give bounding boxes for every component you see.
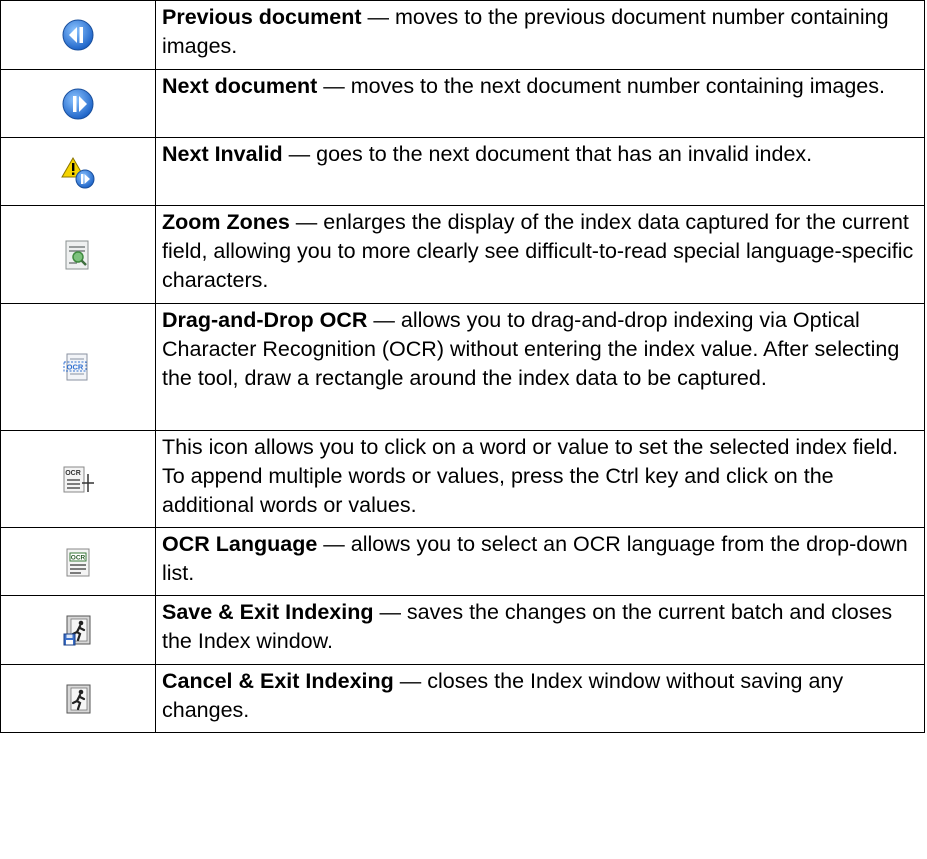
description-cell: This icon allows you to click on a word …: [155, 430, 925, 528]
icon-cell: [0, 0, 156, 70]
description-cell: Zoom Zones — enlarges the display of the…: [155, 205, 925, 304]
ocr-language-icon: OCR: [61, 545, 95, 579]
term: Drag-and-Drop OCR: [162, 308, 368, 332]
next-invalid-icon: [61, 155, 95, 189]
drag-and-drop-ocr-icon: OCR: [61, 350, 95, 384]
click-ocr-icon: OCR: [61, 462, 95, 496]
description-cell: Next Invalid — goes to the next document…: [155, 137, 925, 206]
term: Next Invalid: [162, 142, 283, 166]
description-cell: Next document — moves to the next docume…: [155, 69, 925, 138]
description-cell: Save & Exit Indexing — saves the changes…: [155, 595, 925, 665]
icon-cell: OCR: [0, 430, 156, 528]
table-row: Previous document — moves to the previou…: [0, 0, 925, 70]
table-row: Cancel & Exit Indexing — closes the Inde…: [0, 664, 925, 733]
description-cell: Cancel & Exit Indexing — closes the Inde…: [155, 664, 925, 733]
icon-cell: OCR: [0, 303, 156, 431]
previous-document-icon: [61, 18, 95, 52]
ocr-label: OCR: [65, 470, 81, 477]
ocr-label: OCR: [67, 363, 84, 372]
description: — goes to the next document that has an …: [282, 142, 813, 166]
icon-cell: [0, 137, 156, 206]
cancel-exit-indexing-icon: [61, 682, 95, 716]
zoom-zones-icon: [61, 238, 95, 272]
ocr-label: OCR: [71, 554, 86, 561]
table-row: Next Invalid — goes to the next document…: [0, 137, 925, 206]
term: Next document: [162, 74, 318, 98]
table-row: Save & Exit Indexing — saves the changes…: [0, 595, 925, 665]
term: OCR Language: [162, 532, 318, 556]
icon-cell: OCR: [0, 527, 156, 596]
description: This icon allows you to click on a word …: [162, 435, 899, 517]
term: Zoom Zones: [162, 210, 290, 234]
term: Save & Exit Indexing: [162, 600, 374, 624]
next-document-icon: [61, 87, 95, 121]
icon-cell: [0, 69, 156, 138]
table-row: Zoom Zones — enlarges the display of the…: [0, 205, 925, 304]
icon-cell: [0, 664, 156, 733]
table-row: OCR Drag-and-Drop OCR — allows you to dr…: [0, 303, 925, 431]
table-row: OCR This icon allows you to click on a w…: [0, 430, 925, 528]
term: Previous document: [162, 5, 362, 29]
description-cell: OCR Language — allows you to select an O…: [155, 527, 925, 596]
table-row: OCR OCR Language — allows you to select …: [0, 527, 925, 596]
icon-cell: [0, 595, 156, 665]
table-row: Next document — moves to the next docume…: [0, 69, 925, 138]
save-exit-indexing-icon: [61, 613, 95, 647]
description-cell: Previous document — moves to the previou…: [155, 0, 925, 70]
description: — moves to the next document number cont…: [317, 74, 885, 98]
term: Cancel & Exit Indexing: [162, 669, 394, 693]
icon-cell: [0, 205, 156, 304]
toolbar-reference-table: Previous document — moves to the previou…: [0, 0, 925, 733]
description-cell: Drag-and-Drop OCR — allows you to drag-a…: [155, 303, 925, 431]
